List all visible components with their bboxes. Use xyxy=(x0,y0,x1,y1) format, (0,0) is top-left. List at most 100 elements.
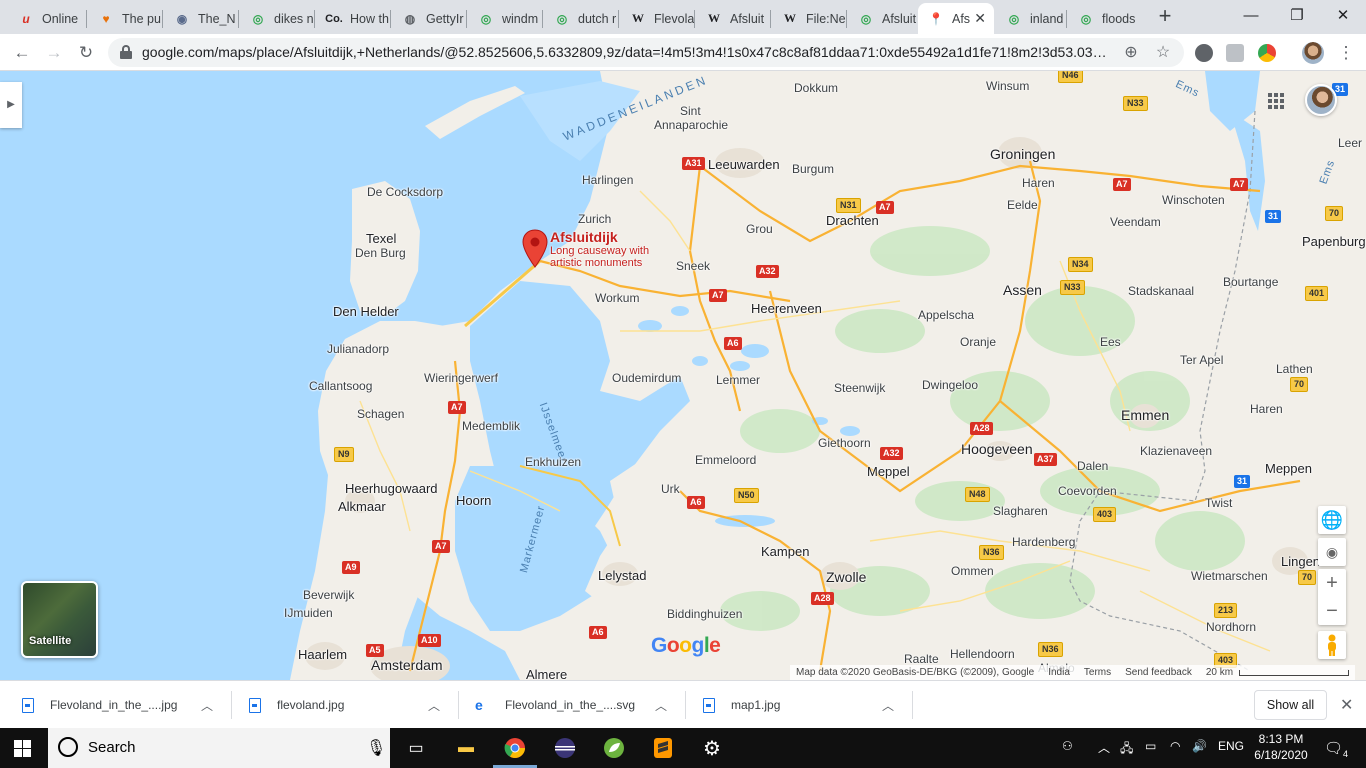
place-label[interactable]: Wietmarschen xyxy=(1191,569,1268,583)
network-icon[interactable]: 🖧 xyxy=(1120,739,1133,760)
place-label[interactable]: Veendam xyxy=(1110,215,1161,229)
place-label[interactable]: Lathen xyxy=(1276,362,1313,376)
place-label[interactable]: Dokkum xyxy=(794,81,838,95)
place-label[interactable]: Lingen xyxy=(1281,554,1320,569)
reload-button[interactable]: ↻ xyxy=(73,40,99,66)
volume-icon[interactable]: 🔊 xyxy=(1192,739,1207,753)
menu-icon[interactable]: ⋮ xyxy=(1333,40,1359,66)
place-label[interactable]: Amsterdam xyxy=(371,657,443,673)
download-item[interactable]: e Flevoland_in_the_....svg xyxy=(475,681,675,729)
spring-tool-icon[interactable] xyxy=(598,734,630,762)
place-label[interactable]: Annaparochie xyxy=(654,118,728,132)
place-label[interactable]: Dalen xyxy=(1077,459,1108,473)
tab-afsluit-wiki[interactable]: W Afsluit xyxy=(696,3,770,34)
add-icon[interactable]: ⊕ xyxy=(1121,43,1141,63)
file-explorer-icon[interactable]: ▬ xyxy=(450,734,482,762)
tab-dutch[interactable]: ◎ dutch r xyxy=(544,3,618,34)
sublime-text-icon[interactable] xyxy=(647,734,679,762)
place-label[interactable]: Workum xyxy=(595,291,639,305)
eclipse-icon[interactable] xyxy=(549,734,581,762)
expand-side-panel-button[interactable]: ▶ xyxy=(0,82,22,128)
place-label[interactable]: Meppen xyxy=(1265,461,1312,476)
map-marker-icon[interactable] xyxy=(522,229,548,269)
place-label[interactable]: Den Helder xyxy=(333,304,399,319)
place-label[interactable]: Hoogeveen xyxy=(961,441,1033,457)
tab-afsluit[interactable]: ◎ Afsluit xyxy=(848,3,918,34)
tab-online[interactable]: u Online xyxy=(8,3,80,34)
send-feedback-link[interactable]: Send feedback xyxy=(1125,667,1192,678)
place-label[interactable]: Lemmer xyxy=(716,373,760,387)
place-label[interactable]: Ees xyxy=(1100,335,1121,349)
place-label[interactable]: Almere xyxy=(526,667,567,680)
terms-link[interactable]: Terms xyxy=(1084,667,1111,678)
minimize-button[interactable]: — xyxy=(1228,4,1274,28)
microphone-icon[interactable]: 🎙 xyxy=(366,738,386,758)
place-label[interactable]: Sneek xyxy=(676,259,710,273)
action-center-icon[interactable]: 🗨4 xyxy=(1324,739,1348,759)
chrome-taskbar-icon[interactable] xyxy=(499,734,531,762)
place-label[interactable]: Papenburg xyxy=(1302,234,1366,249)
chevron-up-icon[interactable]: ︿ xyxy=(882,697,894,714)
zoom-out-button[interactable]: − xyxy=(1318,597,1346,625)
place-label[interactable]: Julianadorp xyxy=(327,342,389,356)
place-label[interactable]: Hardenberg xyxy=(1012,535,1075,549)
address-bar[interactable]: google.com/maps/place/Afsluitdijk,+Nethe… xyxy=(108,38,1184,67)
place-label[interactable]: Sint xyxy=(680,104,701,118)
pegman-icon[interactable] xyxy=(1318,631,1346,659)
place-label[interactable]: Raalte xyxy=(904,652,939,666)
place-label[interactable]: Hoorn xyxy=(456,493,491,508)
place-label[interactable]: Meppel xyxy=(867,464,910,479)
globe-view-icon[interactable]: 🌐 xyxy=(1318,506,1346,534)
back-button[interactable]: ← xyxy=(9,40,35,66)
place-label[interactable]: Haarlem xyxy=(298,647,347,662)
place-label[interactable]: Biddinghuizen xyxy=(667,607,742,621)
place-label[interactable]: Emmeloord xyxy=(695,453,756,467)
place-label[interactable]: Leer xyxy=(1338,136,1362,150)
place-label[interactable]: Haren xyxy=(1022,176,1055,190)
satellite-layer-toggle[interactable]: Satellite xyxy=(21,581,98,658)
wifi-icon[interactable]: ◠ xyxy=(1170,739,1180,753)
google-apps-icon[interactable] xyxy=(1268,93,1284,109)
place-label[interactable]: Emmen xyxy=(1121,407,1169,423)
place-label[interactable]: Giethoorn xyxy=(818,436,871,450)
place-label[interactable]: Schagen xyxy=(357,407,404,421)
settings-gear-icon[interactable]: ⚙ xyxy=(696,734,728,762)
tab-dikes[interactable]: ◎ dikes n xyxy=(240,3,314,34)
system-clock[interactable]: 8:13 PM 6/18/2020 xyxy=(1244,731,1318,763)
tab-getty[interactable]: ◍ GettyIr xyxy=(392,3,466,34)
download-item[interactable]: map1.jpg xyxy=(703,681,903,729)
place-label[interactable]: Callantsoog xyxy=(309,379,372,393)
language-indicator[interactable]: ENG xyxy=(1218,739,1244,753)
place-label[interactable]: Ter Apel xyxy=(1180,353,1223,367)
place-label[interactable]: Hellendoorn xyxy=(950,647,1015,661)
place-label[interactable]: Drachten xyxy=(826,213,879,228)
place-label[interactable]: Medemblik xyxy=(462,419,520,433)
tab-how-th[interactable]: Co. How th xyxy=(316,3,390,34)
forward-button[interactable]: → xyxy=(41,40,67,66)
country-link[interactable]: India xyxy=(1048,667,1070,678)
place-label[interactable]: Oudemirdum xyxy=(612,371,681,385)
place-label[interactable]: Slagharen xyxy=(993,504,1048,518)
place-label[interactable]: Winschoten xyxy=(1162,193,1225,207)
place-label[interactable]: Zurich xyxy=(578,212,611,226)
new-tab-button[interactable]: + xyxy=(1154,5,1176,28)
account-avatar[interactable] xyxy=(1305,84,1337,116)
zoom-in-button[interactable]: + xyxy=(1318,569,1346,597)
download-item[interactable]: flevoland.jpg xyxy=(249,681,449,729)
extension-icon[interactable] xyxy=(1226,44,1244,62)
people-icon[interactable]: ⚇ xyxy=(1062,739,1073,753)
maximize-button[interactable]: ❐ xyxy=(1274,4,1320,28)
place-label[interactable]: Burgum xyxy=(792,162,834,176)
tab-afs-active[interactable]: 📍 Afs ✕ xyxy=(918,3,994,34)
task-view-icon[interactable]: ▭ xyxy=(400,734,432,762)
star-icon[interactable]: ☆ xyxy=(1153,43,1173,63)
my-location-icon[interactable]: ◉ xyxy=(1318,538,1346,566)
taskbar-search-box[interactable]: Search 🎙 xyxy=(48,728,390,768)
tab-flevola[interactable]: W Flevola xyxy=(620,3,694,34)
place-label[interactable]: Assen xyxy=(1003,282,1042,298)
place-label[interactable]: Heerenveen xyxy=(751,301,822,316)
place-label[interactable]: Groningen xyxy=(990,146,1055,162)
show-all-downloads-button[interactable]: Show all xyxy=(1254,690,1327,720)
chrome-extension-icon[interactable] xyxy=(1258,44,1276,62)
tab-windm[interactable]: ◎ windm xyxy=(468,3,542,34)
